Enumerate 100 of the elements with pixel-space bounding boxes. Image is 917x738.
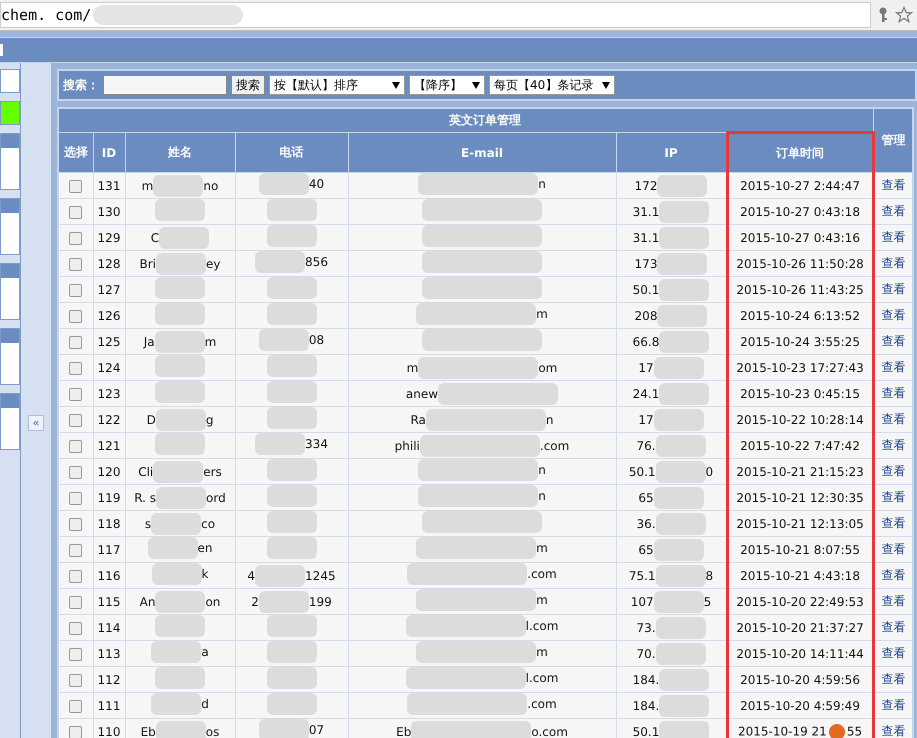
checkbox[interactable] — [69, 674, 82, 687]
table-cell: 130 — [93, 198, 125, 224]
redaction-blur — [654, 408, 704, 430]
cell-text: om — [538, 360, 558, 374]
cell-text: 5 — [704, 594, 712, 608]
table-cell: 127 — [93, 276, 125, 302]
checkbox[interactable] — [69, 284, 82, 297]
cell-text: 172 — [634, 178, 658, 192]
star-icon[interactable] — [895, 6, 913, 24]
order-time: 2015-10-21 12:30:35 — [736, 490, 864, 504]
checkbox[interactable] — [69, 726, 82, 738]
checkbox[interactable] — [69, 258, 82, 271]
checkbox[interactable] — [69, 700, 82, 713]
table-cell: 116 — [93, 562, 125, 588]
cell-text: .com — [540, 438, 570, 452]
checkbox[interactable] — [69, 310, 82, 323]
panel-header — [1, 199, 19, 213]
checkbox[interactable] — [69, 232, 82, 245]
cell-text: os — [206, 724, 220, 738]
checkbox[interactable] — [69, 622, 82, 635]
order-time: 2015-10-23 0:45:15 — [740, 386, 860, 400]
order-dropdown[interactable]: 【降序】 — [409, 75, 485, 95]
order-time: 2015-10-21 12:13:05 — [736, 516, 864, 530]
cell-text: 70. — [636, 646, 656, 660]
redaction-blur — [656, 616, 706, 638]
cell-text: k — [202, 567, 208, 581]
redaction-blur — [266, 538, 316, 559]
search-field[interactable] — [103, 75, 227, 95]
checkbox[interactable] — [69, 414, 82, 427]
order-time: 2015-10-22 7:47:42 — [740, 438, 860, 452]
redaction-blur — [659, 720, 710, 738]
checkbox[interactable] — [69, 596, 82, 609]
checkbox[interactable] — [69, 336, 82, 349]
cell-text: 36. — [636, 516, 656, 530]
cell-text: 24.1 — [632, 386, 660, 400]
redaction-blur — [258, 590, 309, 612]
cell-text: l.com — [526, 619, 558, 633]
redaction-blur — [266, 356, 316, 377]
order-time: 2015-10-20 4:59:49 — [740, 698, 860, 712]
checkbox[interactable] — [69, 518, 82, 531]
key-icon[interactable] — [877, 7, 889, 23]
table-cell: 125 — [93, 328, 125, 354]
cell-text: 40 — [308, 177, 324, 191]
table-cell: 118 — [93, 510, 125, 536]
order-time: 2015-10-27 0:43:18 — [740, 204, 860, 218]
cell-text: .com — [527, 567, 557, 581]
checkbox[interactable] — [69, 362, 82, 375]
address-field[interactable]: chem. com/ — [0, 2, 871, 28]
cell-text: 50.1 — [632, 282, 660, 296]
cell-text: n — [546, 412, 554, 426]
cell-text: anew — [406, 386, 438, 400]
cell-text: 184. — [632, 698, 660, 712]
cell-text: on — [205, 594, 220, 608]
cell-text: 107 — [630, 594, 654, 608]
checkbox[interactable] — [69, 492, 82, 505]
cell-text: co — [201, 516, 216, 530]
cell-text: m — [142, 178, 154, 192]
cell-text: n — [538, 463, 546, 477]
redaction-blur — [155, 278, 205, 299]
redaction-blur — [151, 694, 202, 715]
redaction-blur — [266, 694, 316, 715]
redaction-blur — [656, 642, 706, 664]
checkbox[interactable] — [69, 206, 82, 219]
redaction-blur — [153, 460, 204, 482]
sort-dropdown[interactable]: 按【默认】排序 — [269, 75, 405, 95]
redaction-blur — [154, 330, 205, 352]
redaction-blur — [657, 174, 708, 196]
collapse-button[interactable]: « — [28, 415, 44, 431]
cell-text: m — [536, 541, 548, 555]
redaction-blur — [266, 278, 316, 299]
redaction-blur — [155, 304, 205, 325]
table-cell: 121 — [93, 432, 125, 458]
cell-text: 65 — [638, 490, 654, 504]
checkbox[interactable] — [69, 466, 82, 479]
order-time: 2015-10-19 21 — [738, 724, 827, 738]
cell-text: R. s — [134, 490, 156, 504]
cell-text: .com — [527, 697, 557, 711]
checkbox[interactable] — [69, 440, 82, 453]
redaction-blur — [258, 330, 309, 351]
cell-text: m — [536, 645, 548, 659]
redaction-blur — [656, 434, 706, 456]
checkbox[interactable] — [69, 544, 82, 557]
checkbox[interactable] — [69, 388, 82, 401]
checkbox[interactable] — [69, 180, 82, 193]
checkbox[interactable] — [69, 648, 82, 661]
redaction-blur — [258, 719, 309, 738]
checkbox[interactable] — [69, 570, 82, 583]
cell-text: 65 — [638, 542, 654, 556]
page-size-dropdown[interactable]: 每页【40】条记录 — [489, 75, 615, 95]
redaction-blur — [266, 382, 316, 403]
search-button[interactable]: 搜索 — [231, 75, 265, 95]
table-cell: 112 — [93, 666, 125, 692]
redaction-blur — [266, 668, 316, 689]
redaction-blur — [659, 694, 710, 716]
table-cell: 123 — [93, 380, 125, 406]
redaction-blur — [654, 486, 704, 508]
cell-text: d — [201, 697, 209, 711]
cell-text: 208 — [634, 308, 658, 322]
order-time: 2015-10-23 17:27:43 — [736, 360, 864, 374]
table-cell: 122 — [93, 406, 125, 432]
